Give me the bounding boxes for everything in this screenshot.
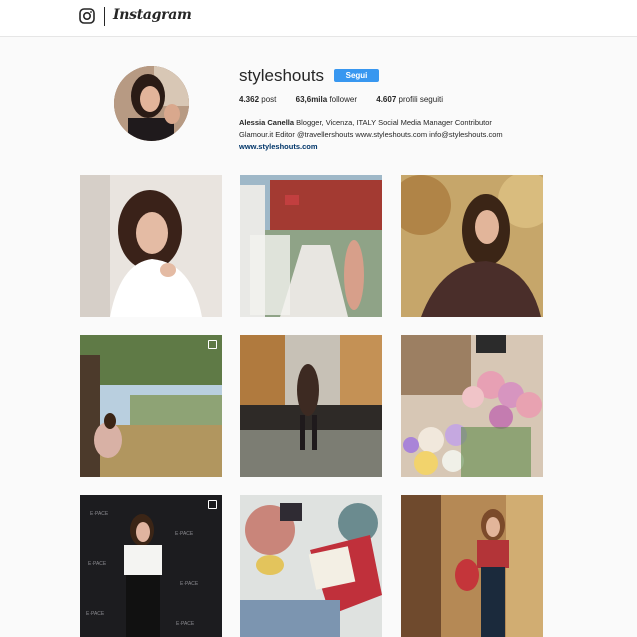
multiple-photos-icon [208, 500, 217, 509]
bio-full-name: Alessia Canella [239, 118, 295, 127]
svg-text:E·PACE: E·PACE [90, 511, 109, 517]
followers-count[interactable]: 63,6mila follower [296, 95, 357, 104]
follow-button[interactable]: Segui [334, 69, 379, 82]
svg-text:E·PACE: E·PACE [88, 561, 107, 567]
post-field-tree-dress[interactable] [80, 335, 222, 477]
bio-line-1: Blogger, Vicenza, ITALY Social Media Man… [296, 118, 492, 127]
post-autumn-woods-overalls[interactable] [401, 495, 543, 637]
profile-stats: 4.362 post 63,6mila follower 4.607 profi… [239, 95, 460, 104]
following-count[interactable]: 4.607 profili seguiti [376, 95, 443, 104]
posts-count: 4.362 post [239, 95, 276, 104]
followers-count-value: 63,6mila [295, 95, 328, 104]
post-red-barn-walkway[interactable] [240, 175, 382, 317]
instagram-wordmark[interactable]: Instagram [113, 7, 192, 23]
top-navigation-bar: Instagram [0, 0, 637, 37]
bio-website-link[interactable]: www.styleshouts.com [239, 141, 503, 153]
following-count-label: profili seguiti [398, 95, 443, 104]
post-autumn-floral-blouse[interactable] [401, 175, 543, 317]
post-epace-event[interactable]: E·PACE E·PACE E·PACE E·PACE E·PACE E·PAC… [80, 495, 222, 637]
posts-count-value: 4.362 [239, 95, 260, 104]
followers-count-label: follower [329, 95, 358, 104]
profile-avatar[interactable] [114, 66, 189, 141]
profile-username: styleshouts [239, 66, 325, 85]
post-woman-white-sweater[interactable] [80, 175, 222, 317]
following-count-value: 4.607 [376, 95, 397, 104]
post-pink-roses-bouquet[interactable] [401, 335, 543, 477]
svg-text:E·PACE: E·PACE [176, 621, 195, 627]
instagram-camera-icon[interactable] [79, 8, 95, 24]
posts-count-label: post [261, 95, 277, 104]
multiple-photos-icon [208, 340, 217, 349]
profile-bio: Alessia Canella Blogger, Vicenza, ITALY … [239, 117, 503, 153]
svg-text:E·PACE: E·PACE [175, 531, 194, 537]
logo-divider [104, 7, 105, 26]
svg-text:E·PACE: E·PACE [180, 581, 199, 587]
svg-text:E·PACE: E·PACE [86, 611, 105, 617]
post-bridge-autumn-dress[interactable] [240, 335, 382, 477]
post-flatlay-book[interactable] [240, 495, 382, 637]
bio-line-2: Glamour.it Editor @travellershouts www.s… [239, 130, 503, 139]
